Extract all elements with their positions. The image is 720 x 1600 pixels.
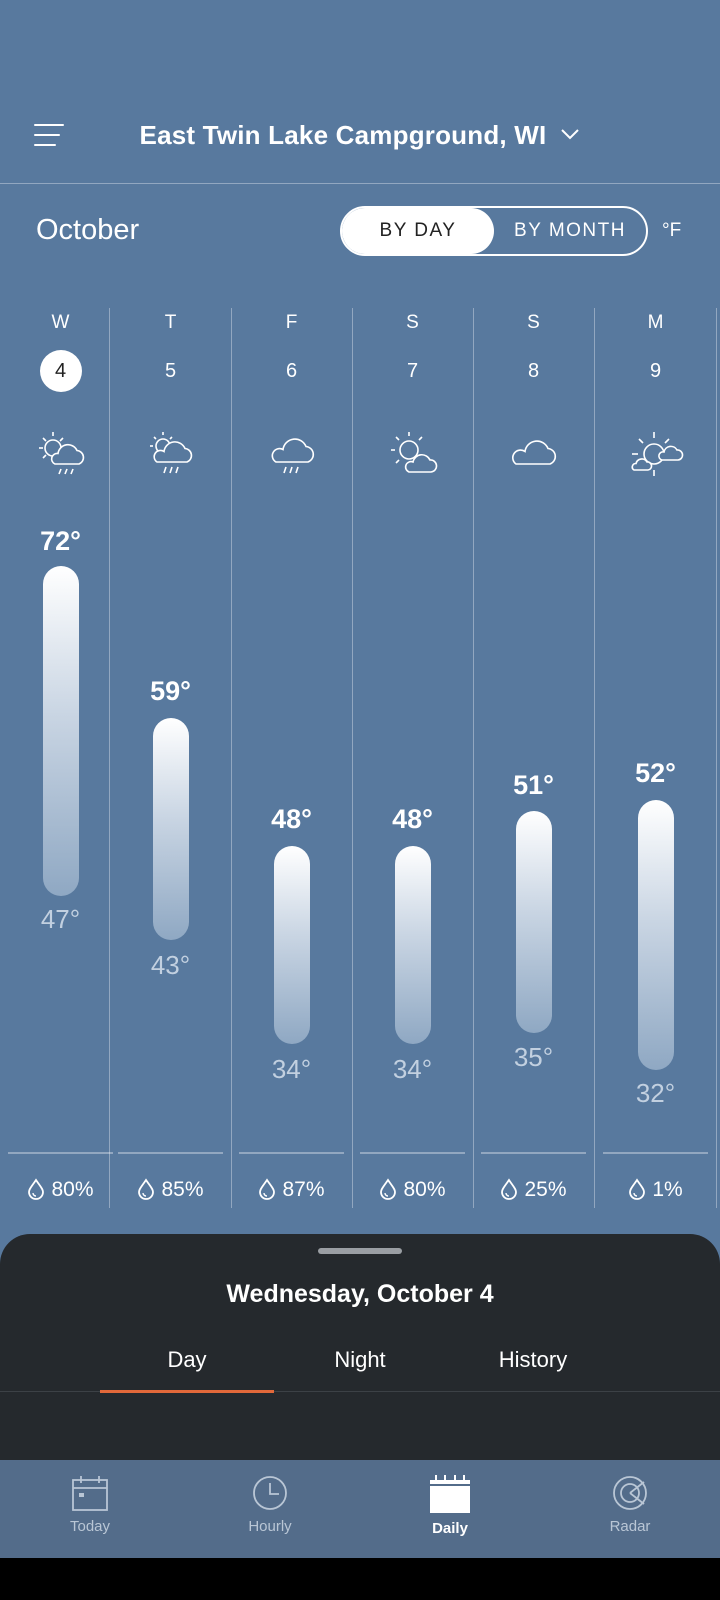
chevron-down-icon <box>560 116 580 147</box>
precip-chance: 80% <box>352 1178 473 1202</box>
high-temp: 48° <box>392 804 433 834</box>
temp-range-bar <box>515 811 552 1033</box>
day-of-week: S <box>406 312 419 333</box>
precip-chance: 25% <box>473 1178 594 1202</box>
temp-range-bar <box>42 566 79 896</box>
unit-toggle[interactable]: °F <box>662 220 681 242</box>
tab-history[interactable]: History <box>446 1336 620 1392</box>
clock-icon <box>253 1476 287 1510</box>
raindrop-icon <box>501 1178 518 1200</box>
date-number: 5 <box>164 360 177 382</box>
raindrop-icon <box>138 1178 155 1200</box>
raindrop-icon <box>28 1178 45 1200</box>
daily-calendar-icon <box>430 1475 470 1513</box>
temp-range-bar <box>394 846 431 1044</box>
partly-cloudy-icon <box>383 428 443 480</box>
low-temp: 35° <box>513 1042 554 1072</box>
day-column[interactable]: M 9 52° 32° 1% <box>595 308 716 1208</box>
daily-forecast: W 4 72° 47° 80% T 5 59° 43° 85% F 6 48° … <box>0 308 720 1208</box>
drag-handle[interactable] <box>318 1248 402 1254</box>
nav-label: Radar <box>609 1518 651 1535</box>
radar-icon <box>613 1476 647 1510</box>
day-column[interactable]: F 6 48° 34° 87% <box>231 308 352 1208</box>
divider <box>239 1152 344 1154</box>
divider <box>603 1152 708 1154</box>
cloud-icon <box>504 428 564 480</box>
day-column[interactable]: S 8 51° 35° 25% <box>473 308 594 1208</box>
nav-label: Daily <box>432 1520 468 1537</box>
day-of-week: W <box>51 312 70 333</box>
sun-cloud-rain-icon <box>141 428 201 480</box>
nav-radar[interactable]: Radar <box>540 1460 720 1558</box>
raindrop-icon <box>259 1178 276 1200</box>
month-label: October <box>36 214 140 246</box>
cloud-rain-icon <box>262 428 322 480</box>
temp-range-bar <box>152 718 189 940</box>
column-divider <box>716 308 717 1208</box>
day-of-week: M <box>647 312 664 333</box>
low-temp: 43° <box>150 950 191 980</box>
high-temp: 72° <box>40 526 81 556</box>
system-nav-bar <box>0 1558 720 1600</box>
location-selector[interactable]: East Twin Lake Campground, WI <box>0 116 720 151</box>
raindrop-icon <box>380 1178 397 1200</box>
low-temp: 32° <box>635 1078 676 1108</box>
day-of-week: F <box>285 312 298 333</box>
date-number: 8 <box>527 360 540 382</box>
low-temp: 34° <box>392 1054 433 1084</box>
raindrop-icon <box>629 1178 646 1200</box>
nav-label: Hourly <box>248 1518 292 1535</box>
divider <box>360 1152 465 1154</box>
precip-chance: 80% <box>0 1178 121 1202</box>
calendar-icon <box>72 1476 108 1511</box>
sun-cloud-rain-icon <box>31 428 91 480</box>
location-name: East Twin Lake Campground, WI <box>139 120 547 150</box>
precip-chance: 85% <box>110 1178 231 1202</box>
divider <box>481 1152 586 1154</box>
high-temp: 48° <box>271 804 312 834</box>
high-temp: 52° <box>635 758 676 788</box>
bottom-nav: Today Hourly Daily Radar <box>0 1460 720 1558</box>
date-number: 4 <box>39 350 82 392</box>
day-of-week: S <box>527 312 540 333</box>
high-temp: 59° <box>150 676 191 706</box>
nav-today[interactable]: Today <box>0 1460 180 1558</box>
precip-chance: 87% <box>231 1178 352 1202</box>
nav-hourly[interactable]: Hourly <box>180 1460 360 1558</box>
tab-night[interactable]: Night <box>273 1336 447 1392</box>
low-temp: 34° <box>271 1054 312 1084</box>
day-detail-sheet: Wednesday, October 4 Day Night History <box>0 1234 720 1460</box>
nav-daily[interactable]: Daily <box>360 1460 540 1558</box>
low-temp: 47° <box>40 904 81 934</box>
day-column[interactable]: S 7 48° 34° 80% <box>352 308 473 1208</box>
by-month-option[interactable]: BY MONTH <box>494 208 646 254</box>
nav-label: Today <box>69 1518 111 1535</box>
tab-day[interactable]: Day <box>100 1336 274 1393</box>
view-toggle[interactable]: BY DAY BY MONTH <box>340 206 648 256</box>
detail-title: Wednesday, October 4 <box>226 1280 494 1308</box>
precip-chance: 1% <box>595 1178 716 1202</box>
header: East Twin Lake Campground, WI <box>0 0 720 184</box>
date-number: 9 <box>649 360 662 382</box>
divider <box>8 1152 113 1154</box>
date-number: 6 <box>285 360 298 382</box>
day-column[interactable]: T 5 59° 43° 85% <box>110 308 231 1208</box>
date-number: 7 <box>406 360 419 382</box>
day-column[interactable]: W 4 72° 47° 80% <box>0 308 121 1208</box>
day-of-week: T <box>164 312 177 333</box>
mostly-sunny-icon <box>626 428 686 480</box>
temp-range-bar <box>273 846 310 1044</box>
by-day-option[interactable]: BY DAY <box>342 208 494 254</box>
divider <box>118 1152 223 1154</box>
temp-range-bar <box>637 800 674 1070</box>
detail-tabs: Day Night History <box>0 1336 720 1393</box>
high-temp: 51° <box>513 770 554 800</box>
